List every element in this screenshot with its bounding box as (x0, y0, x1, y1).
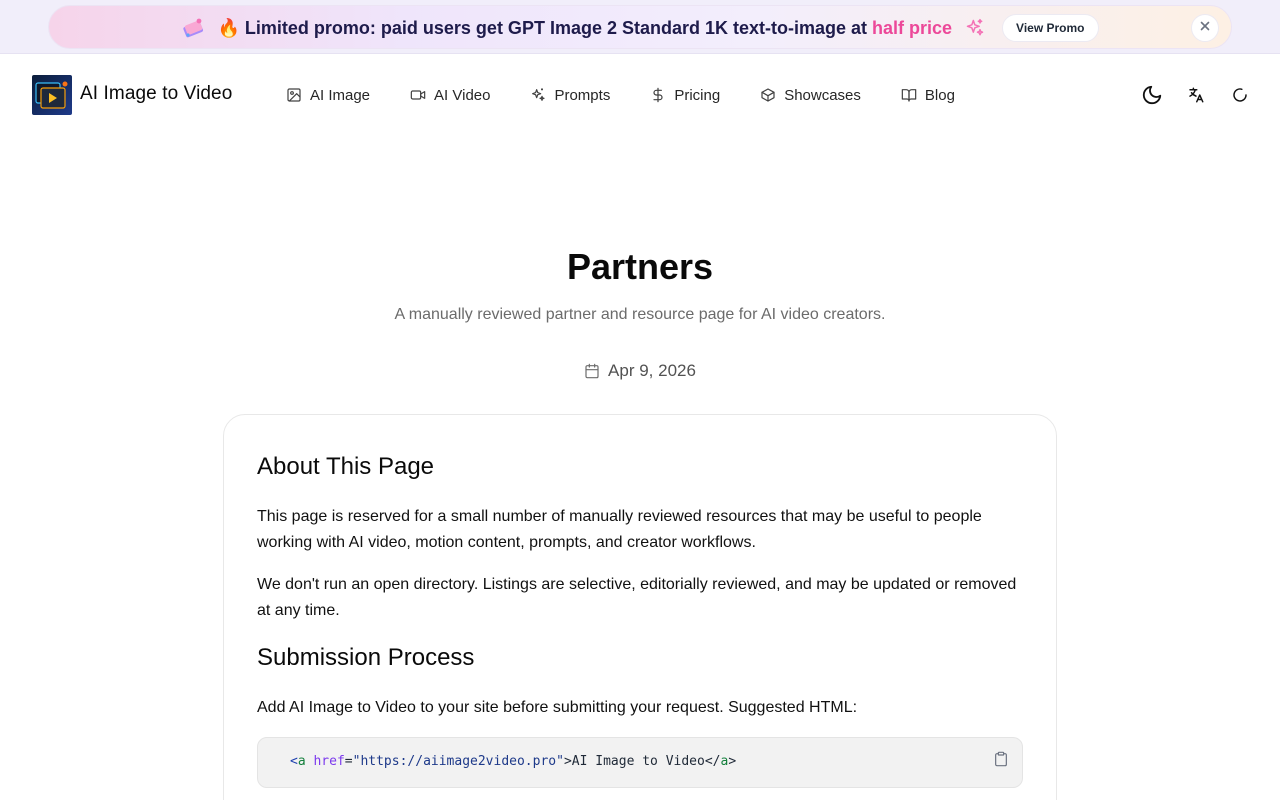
language-icon (1189, 87, 1204, 103)
nav-label: AI Video (434, 86, 491, 104)
date-text: Apr 9, 2026 (608, 361, 696, 380)
nav-blog[interactable]: Blog (901, 85, 955, 105)
nav-label: Blog (924, 86, 955, 104)
nav-label: Showcases (784, 86, 861, 104)
promo-pill: 🔥 Limited promo: paid users get GPT Imag… (48, 5, 1232, 49)
code-token: href (313, 754, 345, 769)
promo-message: 🔥 Limited promo: paid users get GPT Imag… (217, 18, 952, 39)
brand-name[interactable]: AI Image to Video (80, 83, 232, 105)
publish-date: Apr 9, 2026 (0, 361, 1280, 381)
content-card: About This Page This page is reserved fo… (223, 414, 1057, 800)
about-paragraph-1: This page is reserved for a small number… (257, 508, 982, 551)
sparkles-icon (962, 15, 988, 41)
nav-label: Prompts (554, 86, 611, 104)
main-nav: AI Image AI Video Prompts Pricing Showca… (286, 85, 955, 105)
nav-ai-image[interactable]: AI Image (286, 85, 370, 105)
image-icon (287, 88, 301, 102)
submission-heading: Submission Process (257, 644, 475, 671)
fire-emoji: 🔥 (217, 17, 240, 38)
about-paragraph-2: We don't run an open directory. Listings… (257, 576, 1017, 619)
code-token: </ (704, 754, 721, 769)
book-icon (901, 89, 917, 102)
close-icon (1199, 19, 1211, 37)
moon-icon (1142, 85, 1162, 105)
nav-ai-video[interactable]: AI Video (410, 85, 490, 105)
video-icon (410, 90, 426, 100)
page-subtitle: A manually reviewed partner and resource… (394, 306, 886, 323)
nav-label: AI Image (310, 86, 371, 104)
code-token: "https://aiimage2video.pro" (352, 754, 564, 769)
code-token: AI Image to Video (571, 754, 705, 769)
page-title: Partners (566, 246, 714, 287)
code-block: <a href="https://aiimage2video.pro">AI I… (257, 737, 1023, 788)
code-token: > (728, 754, 737, 769)
language-button[interactable] (1184, 83, 1208, 107)
box-icon (761, 88, 775, 102)
theme-toggle-button[interactable] (1140, 83, 1164, 107)
close-promo-button[interactable] (1191, 14, 1219, 42)
promo-text-main: Limited promo: paid users get GPT Image … (244, 17, 873, 38)
gift-ticket-icon (181, 15, 207, 41)
code-line: <a href="https://aiimage2video.pro">AI I… (290, 754, 736, 769)
promo-highlight: half price (872, 17, 953, 38)
copy-code-button[interactable] (992, 750, 1010, 768)
submission-paragraph: Add AI Image to Video to your site befor… (257, 699, 858, 716)
calendar-icon (585, 363, 599, 379)
clipboard-icon (995, 751, 1007, 767)
code-token: > (563, 754, 572, 769)
loading-indicator (1228, 83, 1252, 107)
dollar-icon (653, 87, 663, 103)
site-header: AI Image to Video AI Image AI Video Prom… (0, 55, 1280, 135)
sparkles-icon (532, 88, 546, 101)
nav-showcases[interactable]: Showcases (760, 85, 861, 105)
nav-label: Pricing (674, 86, 721, 104)
nav-pricing[interactable]: Pricing (650, 85, 720, 105)
about-heading: About This Page (257, 453, 435, 480)
header-tools (1140, 83, 1252, 107)
code-token: < (290, 754, 298, 769)
code-token: = (344, 754, 353, 769)
loading-icon (1233, 88, 1247, 102)
promo-banner: 🔥 Limited promo: paid users get GPT Imag… (0, 0, 1280, 54)
site-logo[interactable] (32, 75, 72, 115)
code-token: a (297, 754, 306, 769)
view-promo-button[interactable]: View Promo (1002, 14, 1099, 42)
nav-prompts[interactable]: Prompts (530, 85, 610, 105)
